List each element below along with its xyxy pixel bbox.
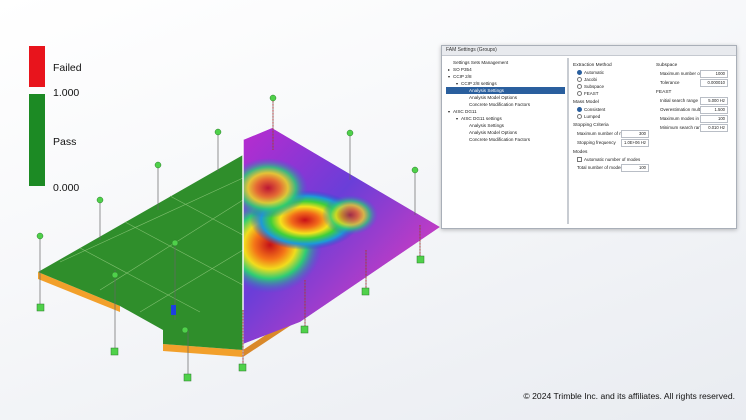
stopping-frequency-label: Stopping frequency — [577, 140, 616, 145]
tree-node[interactable]: Analysis Model Options — [446, 94, 565, 101]
tolerance-label: Tolerance — [660, 80, 680, 85]
extraction-option[interactable]: FEAST — [573, 90, 649, 97]
extraction-option[interactable]: Jacobi — [573, 76, 649, 83]
tree-node[interactable]: ▾ AISC DG11 — [446, 108, 565, 115]
tree-node[interactable]: Analysis Model Options — [446, 129, 565, 136]
subspace-title: Subspace — [656, 63, 678, 68]
radio-button[interactable] — [577, 77, 582, 83]
column-highlight-marker — [171, 305, 176, 315]
mass-option[interactable]: Consistent — [573, 106, 649, 113]
total-modes-input[interactable]: 100 — [621, 164, 649, 172]
max-modes-row: Maximum number of modes 300 — [573, 129, 649, 138]
tree-node-label: CCIP 2/8 — [453, 74, 472, 79]
extraction-method-title: Extraction Method — [573, 63, 612, 68]
stopping-frequency-row: Stopping frequency 1.0E+06 Hz — [573, 138, 649, 147]
tolerance-input[interactable]: 0.000010 — [700, 79, 728, 87]
dialog-title: FAM Settings (Groups) — [442, 46, 736, 56]
radio-button[interactable] — [577, 70, 582, 76]
mass-option-label: Consistent — [584, 107, 606, 112]
max-iterations-input[interactable]: 1000 — [700, 70, 728, 78]
extraction-option-label: Automatic — [584, 70, 605, 75]
max-modes-range-input[interactable]: 100 — [700, 115, 728, 123]
radio-button[interactable] — [577, 107, 582, 113]
max-modes-range-row: Maximum modes in range 100 — [656, 114, 728, 123]
tree-node-label: Concrete Modification Factors — [469, 137, 531, 142]
settings-tree: Settings Sets Management ▸ SO P354 ▾ CCIP 2/… — [446, 59, 565, 224]
tree-node-label: Analysis Settings — [469, 123, 504, 128]
tree-node-label: CCIP 2/8 settings — [461, 81, 497, 86]
analysis-settings-left: Extraction Method Automatic Jacobi Subspac… — [573, 60, 649, 172]
tree-node[interactable]: Analysis Settings — [446, 122, 565, 129]
radio-button[interactable] — [577, 91, 582, 97]
slab-pass-region — [38, 155, 243, 350]
min-search-range-row: Minimum search range 0.010 Hz — [656, 123, 728, 132]
tree-node-label: AISC DG11 settings — [461, 116, 502, 121]
initial-search-input[interactable]: 5.000 Hz — [700, 97, 728, 105]
radio-button[interactable] — [577, 84, 582, 90]
extraction-option-label: Jacobi — [584, 77, 598, 82]
extraction-option-label: FEAST — [584, 91, 599, 96]
tree-node-label: Analysis Model Options — [469, 130, 518, 135]
initial-search-row: Initial search range 5.000 Hz — [656, 96, 728, 105]
feast-title: FEAST — [656, 90, 672, 95]
tree-node-label: SO P354 — [453, 67, 472, 72]
analysis-settings-right: Subspace Maximum number of iterations 10… — [656, 60, 728, 132]
tree-node[interactable]: ▾ AISC DG11 settings — [446, 115, 565, 122]
modes-title: Modes — [573, 150, 588, 155]
min-search-range-input[interactable]: 0.010 Hz — [700, 124, 728, 132]
max-iterations-row: Maximum number of iterations 1000 — [656, 69, 728, 78]
total-modes-label: Total number of modes — [577, 165, 623, 170]
tree-node[interactable]: ▾ CCIP 2/8 — [446, 73, 565, 80]
tree-node-label: Analysis Settings — [469, 88, 504, 93]
mass-option[interactable]: Lumped — [573, 113, 649, 120]
tree-node[interactable]: Settings Sets Management — [446, 59, 565, 66]
tree-node-label: AISC DG11 — [453, 109, 477, 114]
slab-contour-region — [243, 128, 440, 344]
overestimation-input[interactable]: 1.500 — [700, 106, 728, 114]
extraction-option[interactable]: Automatic — [573, 69, 649, 76]
tree-node[interactable]: Analysis Settings — [446, 87, 565, 94]
min-search-range-label: Minimum search range — [660, 125, 706, 130]
mass-model-title: Mass Model — [573, 100, 599, 105]
auto-modes-row[interactable]: Automatic number of modes — [573, 156, 649, 163]
stopping-criteria-title: Stopping Criteria — [573, 123, 609, 128]
extraction-option[interactable]: Subspace — [573, 83, 649, 90]
mass-option-label: Lumped — [584, 114, 601, 119]
tree-node-label: Settings Sets Management — [453, 60, 509, 65]
overestimation-row: Overestimation multiplier, m 1.500 — [656, 105, 728, 114]
tree-node[interactable]: Concrete Modification Factors — [446, 101, 565, 108]
tree-node[interactable]: ▸ SO P354 — [446, 66, 565, 73]
panel-splitter[interactable] — [567, 58, 569, 224]
total-modes-row: Total number of modes 100 — [573, 163, 649, 172]
tolerance-row: Tolerance 0.000010 — [656, 78, 728, 87]
tree-node-label: Concrete Modification Factors — [469, 102, 531, 107]
radio-button[interactable] — [577, 114, 582, 120]
tree-node-label: Analysis Model Options — [469, 95, 518, 100]
max-modes-input[interactable]: 300 — [621, 130, 649, 138]
auto-modes-label: Automatic number of modes — [584, 157, 641, 162]
auto-modes-checkbox[interactable] — [577, 157, 582, 163]
initial-search-label: Initial search range — [660, 98, 699, 103]
tree-node[interactable]: Concrete Modification Factors — [446, 136, 565, 143]
fam-settings-dialog: FAM Settings (Groups) Settings Sets Mana… — [441, 45, 737, 229]
copyright-notice: © 2024 Trimble Inc. and its affiliates. … — [523, 391, 735, 401]
extraction-option-label: Subspace — [584, 84, 605, 89]
tree-node[interactable]: ▾ CCIP 2/8 settings — [446, 80, 565, 87]
stopping-frequency-input[interactable]: 1.0E+06 Hz — [621, 139, 649, 147]
